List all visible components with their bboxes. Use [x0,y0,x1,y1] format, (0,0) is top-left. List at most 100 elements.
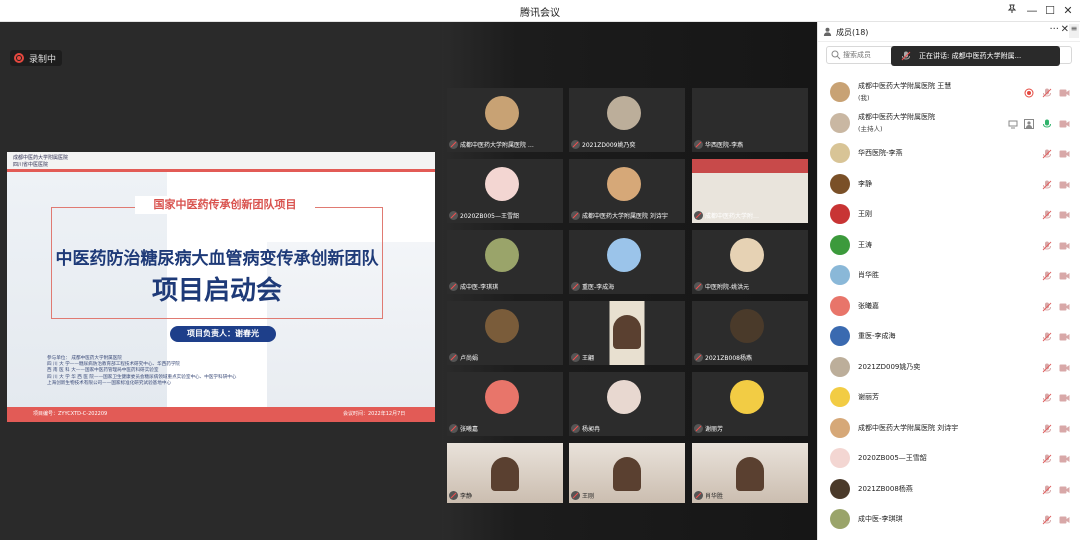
participant-name: 李静 [460,493,473,500]
video-tile[interactable]: 谢丽芳 [692,372,808,436]
members-panel-header: 成员(18) ··· ✕ ≡ [818,22,1080,42]
mic-on-icon[interactable] [1042,119,1052,129]
video-tile[interactable]: 成都中医药大学附属医院 … [447,88,563,152]
mic-muted-icon[interactable] [1042,241,1052,251]
slide-headline: 中医药防治糖尿病大血管病变传承创新团队 [55,249,379,269]
mic-muted-icon[interactable] [1042,332,1052,342]
member-name: 张曦嘉 [858,301,879,310]
camera-icon[interactable] [1059,89,1070,97]
camera-icon[interactable] [1059,516,1070,524]
video-tile[interactable]: 华西医院-李燕 [692,88,808,152]
video-tile[interactable]: 成都中医药大学附… [692,159,808,223]
member-row[interactable]: 成都中医药大学附属医院 刘诗宇 [818,414,1080,444]
recording-indicator[interactable]: 录制中 [10,50,63,66]
mic-muted-icon[interactable] [1042,210,1052,220]
video-tile[interactable]: 重医-李成海 [569,230,685,294]
mic-muted-icon[interactable] [1042,271,1052,281]
camera-icon[interactable] [1059,120,1070,128]
member-row[interactable]: 2020ZB005—王雪韶 [818,444,1080,474]
camera-icon[interactable] [1059,364,1070,372]
mic-muted-icon[interactable] [1042,180,1052,190]
member-row[interactable]: 李静 [818,170,1080,200]
recording-label: 录制中 [29,54,57,65]
camera-icon[interactable] [1059,486,1070,494]
mic-muted-icon [449,491,458,500]
video-tile[interactable]: 2021ZD009姚乃奕 [569,88,685,152]
mic-muted-icon [449,140,458,149]
avatar [830,204,850,224]
more-options-button[interactable]: ··· [1049,24,1059,35]
mic-muted-icon[interactable] [1042,454,1052,464]
avatar [730,380,764,414]
video-tile[interactable]: 肖华胜 [692,443,808,503]
camera-icon[interactable] [1059,242,1070,250]
camera-icon[interactable] [1059,394,1070,402]
mic-muted-icon[interactable] [1042,393,1052,403]
mic-muted-icon [571,140,580,149]
member-row[interactable]: 华西医院-李燕 [818,139,1080,169]
mic-muted-icon[interactable] [1042,302,1052,312]
avatar [607,380,641,414]
video-tile[interactable]: 成中医-李琪琪 [447,230,563,294]
member-row[interactable]: 重医-李成海 [818,322,1080,352]
video-tile[interactable]: 王翩 [569,301,685,365]
participant-name: 2021ZB008杨燕 [705,355,752,362]
camera-icon[interactable] [1059,211,1070,219]
avatar [830,265,850,285]
participant-figure [613,315,641,349]
member-row[interactable]: 成都中医药大学附属医院 (主持人) [818,109,1080,139]
member-row[interactable]: 2021ZD009姚乃奕 [818,353,1080,383]
mic-muted-icon[interactable] [1042,515,1052,525]
member-name: 重医-李成海 [858,332,896,340]
mic-muted-icon[interactable] [1042,149,1052,159]
member-name: 成中医-李琪琪 [858,515,903,523]
close-panel-button[interactable]: ✕ [1061,24,1069,35]
pin-icon[interactable] [1004,3,1020,19]
video-tile[interactable]: 杨昶冉 [569,372,685,436]
avatar [830,82,850,102]
avatar [830,448,850,468]
camera-icon[interactable] [1059,272,1070,280]
mic-muted-icon[interactable] [1042,363,1052,373]
member-row[interactable]: 肖华胜 [818,261,1080,291]
panel-menu-button[interactable]: ≡ [1069,24,1079,38]
camera-icon[interactable] [1059,150,1070,158]
tile-name-label: 成都中医药大学附属医院 … [449,140,561,149]
member-row[interactable]: 成都中医药大学附属医院 王慧 (我) [818,78,1080,108]
video-tile[interactable]: 2021ZB008杨燕 [692,301,808,365]
mic-muted-icon[interactable] [1042,424,1052,434]
mic-muted-icon [449,282,458,291]
member-row[interactable]: 张曦嘉 [818,292,1080,322]
close-window-button[interactable]: ✕ [1060,3,1076,19]
video-tile[interactable]: 2020ZB005—王雪韶 [447,159,563,223]
tile-name-label: 2021ZB008杨燕 [694,353,806,362]
avatar [485,309,519,343]
video-tile[interactable]: 卢尚娟 [447,301,563,365]
member-row[interactable]: 王涛 [818,231,1080,261]
slide-subheadline: 项目启动会 [151,276,282,306]
member-row[interactable]: 王刚 [818,200,1080,230]
member-row[interactable]: 2021ZB008杨燕 [818,475,1080,505]
video-tile[interactable]: 张曦嘉 [447,372,563,436]
avatar [485,96,519,130]
video-tile[interactable]: 王刚 [569,443,685,503]
member-row[interactable]: 谢丽芳 [818,383,1080,413]
mic-muted-icon[interactable] [1042,88,1052,98]
participant-figure [736,457,764,491]
maximize-button[interactable]: ☐ [1042,3,1058,19]
video-tile[interactable]: 成都中医药大学附属医院 刘诗宇 [569,159,685,223]
mic-muted-icon[interactable] [1042,485,1052,495]
camera-icon[interactable] [1059,333,1070,341]
camera-icon[interactable] [1059,455,1070,463]
camera-icon[interactable] [1059,181,1070,189]
video-tile[interactable]: 中医附院-姚洪元 [692,230,808,294]
member-name: 李静 [858,179,872,188]
camera-icon[interactable] [1059,425,1070,433]
minimize-button[interactable]: — [1024,3,1040,19]
mic-muted-icon [694,140,703,149]
video-tile[interactable]: 李静 [447,443,563,503]
mic-muted-icon [694,353,703,362]
camera-icon[interactable] [1059,303,1070,311]
record-icon [1024,88,1034,98]
member-row[interactable]: 成中医-李琪琪 [818,505,1080,535]
